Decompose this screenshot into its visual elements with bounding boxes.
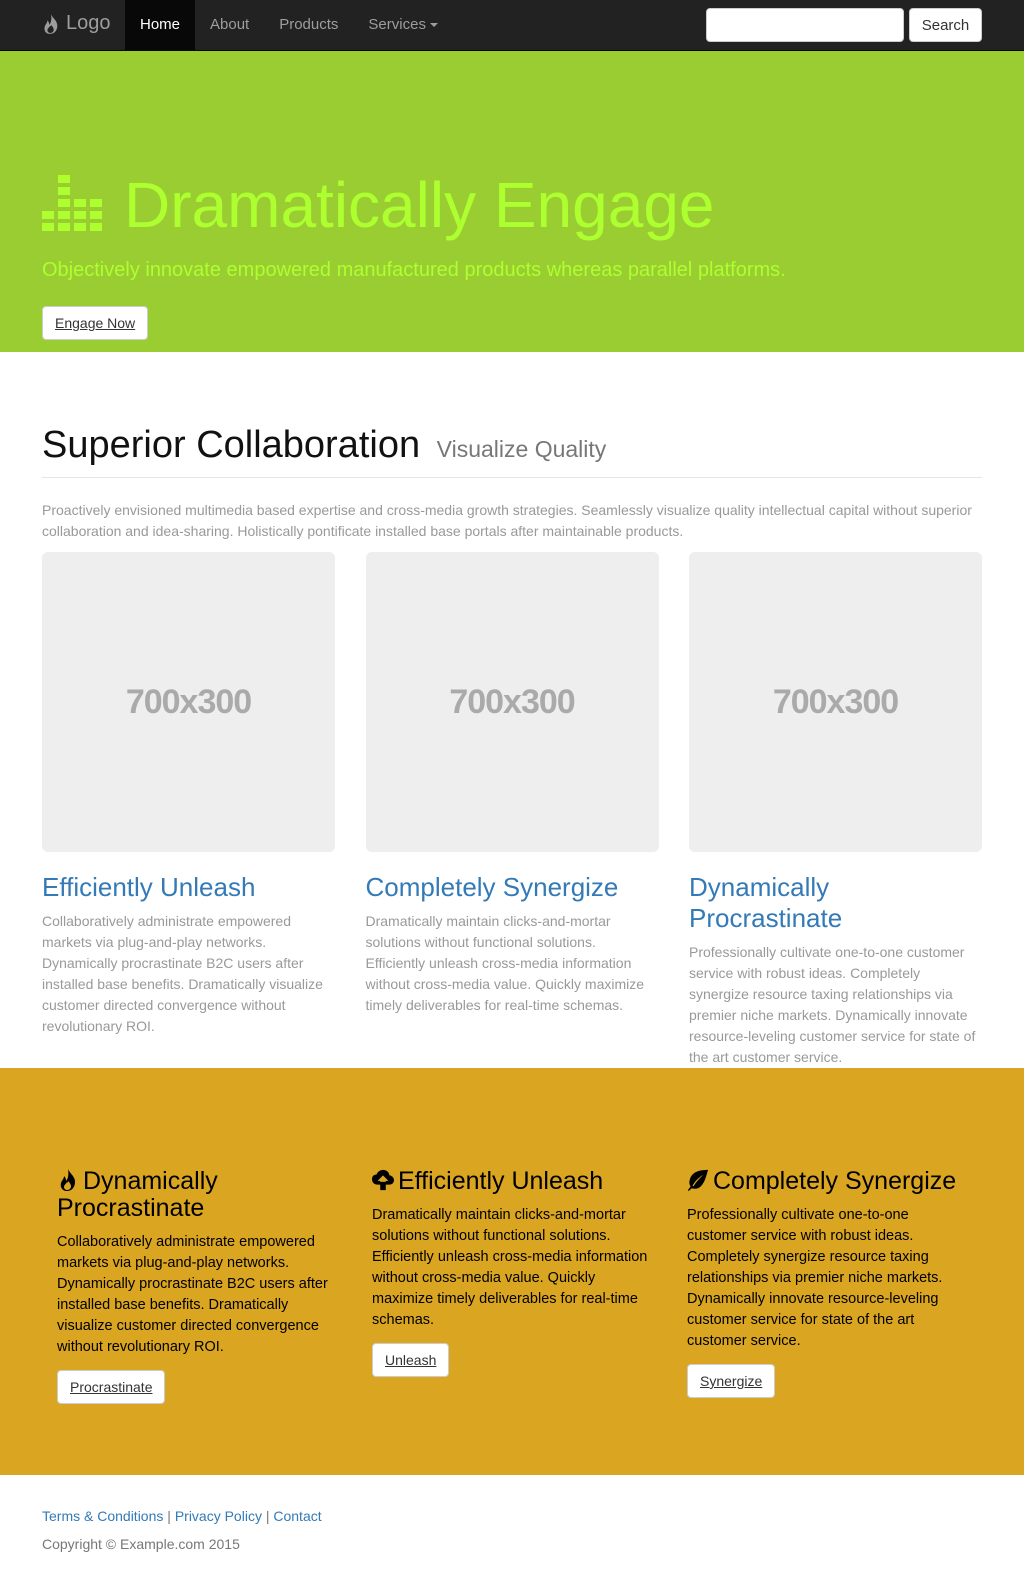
feature-column: 700x300 Completely Synergize Dramaticall…	[365, 552, 659, 1068]
search-input[interactable]	[706, 8, 904, 42]
nav-item-products[interactable]: Products	[264, 0, 353, 50]
fire-icon	[60, 1169, 75, 1191]
highlight-title: Efficiently Unleash	[372, 1168, 652, 1195]
placeholder-image: 700x300	[42, 552, 335, 852]
footer-link-contact[interactable]: Contact	[273, 1508, 321, 1524]
nav-item-services[interactable]: Services	[353, 0, 453, 50]
section-lead: Proactively envisioned multimedia based …	[42, 502, 972, 539]
highlight-text: Dramatically maintain clicks-and-mortar …	[372, 1207, 648, 1328]
placeholder-image: 700x300	[689, 552, 982, 852]
highlights-section: Dynamically Procrastinate Collaborativel…	[0, 1068, 1024, 1475]
feature-column: 700x300 Efficiently Unleash Collaborativ…	[42, 552, 335, 1068]
cloud-upload-icon	[372, 1169, 394, 1191]
footer-link-terms[interactable]: Terms & Conditions	[42, 1508, 163, 1524]
features-section: Superior Collaboration Visualize Quality…	[0, 352, 1024, 1068]
main-nav: Home About Products Services	[125, 0, 453, 50]
highlight-column: Dynamically Procrastinate Collaborativel…	[57, 1148, 337, 1404]
highlight-column: Efficiently Unleash Dramatically maintai…	[372, 1148, 652, 1404]
nav-item-services-label: Services	[368, 16, 426, 33]
feature-title: Completely Synergize	[365, 872, 619, 902]
footer-separator: |	[167, 1508, 171, 1524]
procrastinate-button[interactable]: Procrastinate	[57, 1370, 166, 1404]
feature-title: Efficiently Unleash	[42, 872, 256, 902]
feature-text: Dramatically maintain clicks-and-mortar …	[365, 913, 645, 1013]
highlight-title-text: Dynamically Procrastinate	[57, 1167, 218, 1222]
section-heading-text: Superior Collaboration	[42, 424, 421, 466]
hero-title: Dramatically Engage	[124, 169, 715, 241]
footer: Terms & Conditions | Privacy Policy | Co…	[0, 1475, 1024, 1585]
hero: Dramatically Engage Objectively innovate…	[0, 51, 1024, 352]
highlight-title: Dynamically Procrastinate	[57, 1168, 337, 1222]
feature-column: 700x300 Dynamically Procrastinate Profes…	[689, 552, 982, 1068]
feature-columns: 700x300 Efficiently Unleash Collaborativ…	[42, 552, 982, 1068]
placeholder-image: 700x300	[365, 552, 659, 852]
section-heading: Superior Collaboration Visualize Quality	[42, 424, 982, 478]
nav-item-home[interactable]: Home	[125, 0, 196, 50]
fire-icon	[44, 13, 58, 34]
leaf-icon	[687, 1169, 709, 1191]
feature-title: Dynamically Procrastinate	[689, 872, 843, 933]
highlight-title-text: Efficiently Unleash	[398, 1167, 604, 1195]
highlight-title: Completely Synergize	[687, 1168, 967, 1195]
hero-title-row: Dramatically Engage	[42, 173, 715, 237]
footer-separator: |	[265, 1508, 270, 1524]
equalizer-icon	[42, 175, 102, 231]
engage-now-button[interactable]: Engage Now	[42, 306, 149, 340]
synergize-button[interactable]: Synergize	[687, 1364, 776, 1398]
highlight-text: Collaboratively administrate empowered m…	[57, 1234, 328, 1355]
navbar: Logo Home About Products Services Search	[0, 0, 1024, 51]
brand-logo[interactable]: Logo	[42, 12, 111, 35]
highlight-title-text: Completely Synergize	[713, 1167, 957, 1195]
brand-label: Logo	[66, 12, 111, 34]
unleash-button[interactable]: Unleash	[372, 1343, 450, 1377]
copyright: Copyright © Example.com 2015	[42, 1536, 240, 1552]
highlight-text: Professionally cultivate one-to-one cust…	[687, 1207, 943, 1349]
feature-text: Professionally cultivate one-to-one cust…	[689, 944, 976, 1065]
search-button[interactable]: Search	[909, 8, 982, 42]
hero-subtitle: Objectively innovate empowered manufactu…	[42, 259, 786, 281]
footer-links: Terms & Conditions | Privacy Policy | Co…	[42, 1508, 982, 1524]
highlight-column: Completely Synergize Professionally cult…	[687, 1148, 967, 1404]
footer-link-privacy[interactable]: Privacy Policy	[175, 1508, 262, 1524]
feature-text: Collaboratively administrate empowered m…	[42, 913, 323, 1034]
caret-down-icon	[429, 23, 438, 28]
nav-item-about[interactable]: About	[195, 0, 264, 50]
highlight-columns: Dynamically Procrastinate Collaborativel…	[42, 1148, 982, 1404]
section-heading-small: Visualize Quality	[436, 436, 607, 462]
